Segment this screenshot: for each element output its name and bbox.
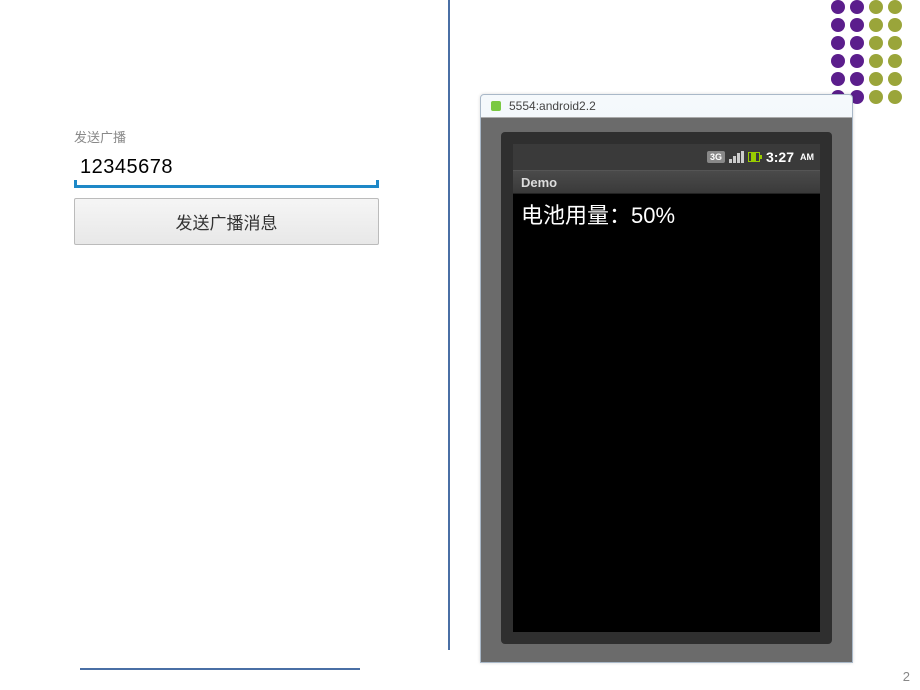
emulator-body: 3G 3:27 AM Demo 电池用量：50% [481, 117, 852, 662]
send-broadcast-button[interactable]: 发送广播消息 [74, 198, 379, 245]
broadcast-form: 发送广播 发送广播消息 [74, 127, 379, 245]
emulator-window: 5554:android2.2 3G 3:27 AM Demo 电池用量：50% [480, 94, 853, 663]
input-wrapper [74, 152, 379, 188]
clock-time: 3:27 [766, 149, 794, 165]
battery-icon [748, 152, 760, 162]
clock-ampm: AM [800, 152, 814, 162]
vertical-divider [448, 0, 450, 650]
app-content: 电池用量：50% [513, 194, 820, 632]
horizontal-divider [80, 668, 360, 670]
phone-screen: 3G 3:27 AM Demo 电池用量：50% [513, 144, 820, 632]
emulator-app-icon [489, 99, 503, 113]
android-statusbar: 3G 3:27 AM [513, 144, 820, 170]
battery-usage-text: 电池用量：50% [521, 203, 675, 228]
form-label: 发送广播 [74, 127, 379, 146]
emulator-titlebar[interactable]: 5554:android2.2 [481, 95, 852, 117]
phone-frame: 3G 3:27 AM Demo 电池用量：50% [501, 132, 832, 644]
signal-icon [729, 151, 744, 163]
emulator-title: 5554:android2.2 [509, 99, 596, 113]
decorative-dots [831, 0, 902, 104]
app-titlebar: Demo [513, 170, 820, 194]
page-number: 2 [903, 669, 910, 684]
network-3g-icon: 3G [707, 151, 725, 163]
broadcast-input[interactable] [74, 152, 379, 188]
